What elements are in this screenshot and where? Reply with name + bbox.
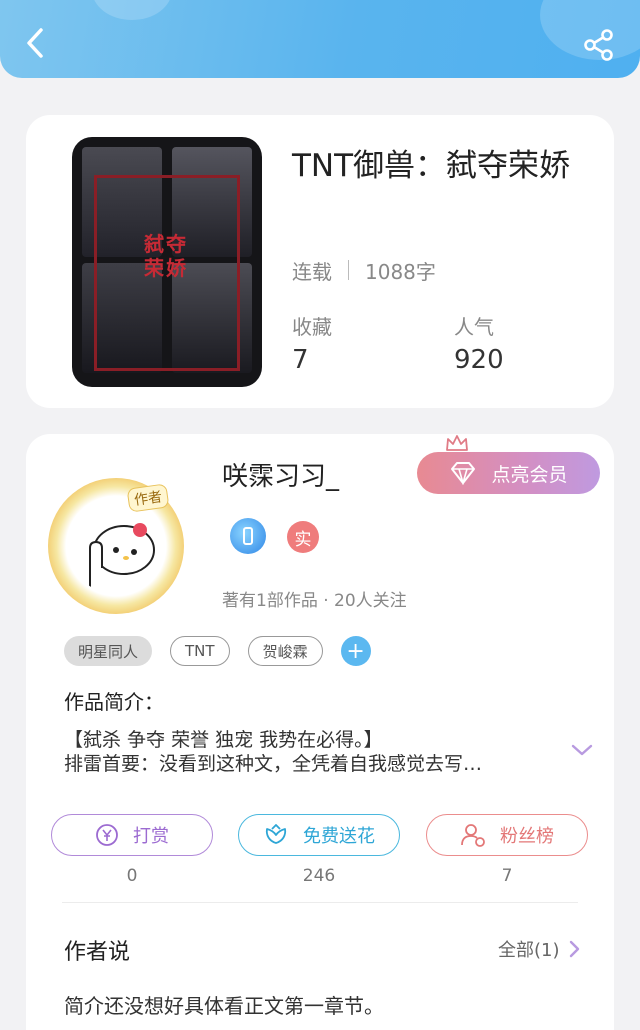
level-badge-icon — [230, 518, 266, 554]
author-card: 作者 咲霂习习_ 点亮会员 实 著有1部作品 · 20人关注 明星同人 TNT … — [26, 434, 614, 1030]
book-cover[interactable]: 弑夺荣娇 — [72, 137, 262, 387]
intro-line: 【弑杀 争夺 荣誉 独宠 我势在必得。】 — [64, 729, 383, 751]
avatar[interactable]: 作者 — [48, 478, 184, 614]
favorites-label: 收藏 — [292, 315, 332, 339]
divider — [62, 902, 578, 903]
popularity-value: 920 — [454, 345, 504, 375]
back-button[interactable] — [22, 26, 48, 60]
fans-count: 7 — [501, 866, 513, 886]
add-tag-button[interactable]: + — [340, 636, 371, 666]
author-tag-badge: 作者 — [126, 483, 170, 513]
author-says-text: 简介还没想好具体看正文第一章节。 — [64, 994, 384, 1018]
share-icon — [584, 29, 613, 61]
cover-title-text: 弑夺荣娇 — [144, 232, 188, 280]
header-decoration — [92, 0, 172, 20]
hello-kitty-avatar-icon — [89, 523, 155, 588]
flower-label: 免费送花 — [303, 826, 375, 847]
crown-icon — [446, 435, 468, 451]
fans-ranking-button[interactable]: 粉丝榜 — [426, 814, 588, 856]
tag-item[interactable]: 明星同人 — [64, 636, 153, 666]
intro-text: 【弑杀 争夺 荣誉 独宠 我势在必得。】 排雷首要：没看到这种文，全凭着自我感觉… — [64, 728, 524, 776]
expand-intro-button[interactable] — [570, 740, 594, 760]
vip-membership-button[interactable]: 点亮会员 — [417, 452, 600, 494]
yen-coin-icon — [96, 824, 118, 846]
verified-badge: 实 — [287, 521, 319, 553]
share-button[interactable] — [582, 28, 616, 62]
intro-line: 排雷首要：没看到这种文，全凭着自我感觉去写… — [64, 753, 483, 775]
flower-icon — [265, 824, 287, 844]
book-status-row: 连载 1088字 — [292, 255, 436, 285]
top-bar — [0, 0, 640, 78]
chevron-left-icon — [27, 28, 43, 58]
author-says-all-link[interactable]: 全部(1) — [498, 936, 580, 962]
diamond-icon — [451, 462, 476, 485]
divider — [348, 260, 349, 280]
word-count: 1088字 — [365, 259, 436, 284]
avatar-image — [68, 498, 164, 594]
serial-status: 连载 — [292, 259, 332, 284]
send-flower-button[interactable]: 免费送花 — [238, 814, 400, 856]
reward-button[interactable]: 打赏 — [51, 814, 213, 856]
favorites-value: 7 — [292, 345, 309, 375]
chevron-down-icon — [571, 744, 593, 756]
fans-label: 粉丝榜 — [500, 826, 554, 847]
chevron-right-icon — [569, 940, 579, 958]
popularity-label: 人气 — [454, 315, 494, 339]
intro-label: 作品简介： — [64, 690, 164, 714]
author-says-title: 作者说 — [64, 940, 131, 965]
all-count-label: 全部(1) — [498, 940, 560, 961]
author-name[interactable]: 咲霂习习_ — [222, 456, 339, 493]
vip-button-label: 点亮会员 — [491, 463, 568, 486]
flower-count: 246 — [302, 866, 336, 886]
book-title: TNT御兽：弑夺荣娇 — [292, 148, 571, 184]
tag-item[interactable]: TNT — [170, 636, 230, 666]
tag-list: 明星同人 TNT 贺峻霖 + — [64, 636, 371, 666]
tag-item[interactable]: 贺峻霖 — [247, 636, 323, 666]
reward-count: 0 — [126, 866, 138, 886]
author-works-follow-info: 著有1部作品 · 20人关注 — [222, 591, 407, 611]
reward-label: 打赏 — [133, 826, 169, 847]
user-ranking-icon — [461, 824, 485, 847]
book-info-card: 弑夺荣娇 TNT御兽：弑夺荣娇 连载 1088字 收藏 7 人气 920 — [26, 115, 614, 408]
